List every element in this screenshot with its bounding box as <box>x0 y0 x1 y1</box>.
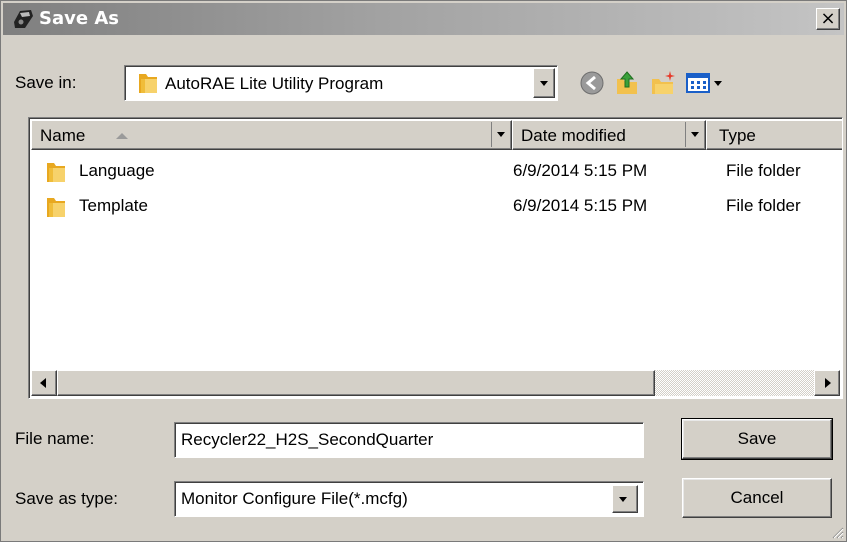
scroll-right-button[interactable] <box>814 370 840 396</box>
column-filter-button[interactable] <box>685 122 704 147</box>
folder-icon <box>47 163 65 182</box>
close-icon: × <box>820 8 836 29</box>
views-menu-icon <box>686 73 710 93</box>
save-in-value: AutoRAE Lite Utility Program <box>165 74 384 93</box>
save-as-type-select[interactable]: Monitor Configure File(*.mcfg) <box>174 481 644 517</box>
file-name: Template <box>79 196 148 215</box>
save-in-dropdown-button[interactable] <box>533 68 555 98</box>
file-name-label: File name: <box>15 429 95 448</box>
views-menu-button[interactable] <box>685 69 725 97</box>
cancel-button[interactable]: Cancel <box>682 478 832 518</box>
column-header-type[interactable]: Type <box>706 120 842 150</box>
column-header-name-label: Name <box>40 126 86 145</box>
list-item[interactable]: Language 6/9/2014 5:15 PM File folder <box>29 158 842 186</box>
new-folder-icon[interactable] <box>649 69 677 97</box>
column-header-date-label: Date modified <box>521 126 626 145</box>
file-date: 6/9/2014 5:15 PM <box>513 196 648 215</box>
file-type: File folder <box>726 196 801 215</box>
column-filter-button[interactable] <box>491 122 510 147</box>
file-list[interactable]: Name Date modified Type Language 6/9/201… <box>28 117 843 399</box>
save-as-dialog: Save As × Save in: AutoRAE Lite Utility … <box>0 0 847 542</box>
save-in-combobox[interactable]: AutoRAE Lite Utility Program <box>124 65 558 101</box>
column-header-date[interactable]: Date modified <box>512 120 706 150</box>
chevron-down-icon <box>714 81 722 86</box>
scroll-left-button[interactable] <box>31 370 57 396</box>
save-as-type-label: Save as type: <box>15 489 119 508</box>
file-date: 6/9/2014 5:15 PM <box>513 161 648 180</box>
save-as-type-value: Monitor Configure File(*.mcfg) <box>181 489 408 508</box>
window-title: Save As <box>39 8 119 29</box>
title-bar[interactable]: Save As × <box>3 3 844 35</box>
list-item[interactable]: Template 6/9/2014 5:15 PM File folder <box>29 193 842 221</box>
sort-ascending-icon <box>116 133 128 139</box>
file-name-value: Recycler22_H2S_SecondQuarter <box>181 430 434 449</box>
close-button[interactable]: × <box>816 8 840 30</box>
file-name-input[interactable]: Recycler22_H2S_SecondQuarter <box>174 422 644 458</box>
folder-icon <box>47 198 65 217</box>
save-button[interactable]: Save <box>681 418 833 460</box>
horizontal-scrollbar[interactable] <box>31 370 840 396</box>
column-header-name[interactable]: Name <box>31 120 512 150</box>
folder-icon <box>139 74 157 93</box>
column-header-type-label: Type <box>719 126 756 145</box>
up-folder-icon[interactable] <box>613 69 641 97</box>
save-as-type-dropdown-button[interactable] <box>612 485 638 513</box>
resize-grip-icon[interactable] <box>830 525 844 539</box>
back-icon[interactable] <box>578 69 606 97</box>
scrollbar-track[interactable] <box>655 370 814 396</box>
scrollbar-thumb[interactable] <box>57 370 655 396</box>
save-in-label: Save in: <box>15 73 77 92</box>
save-disk-icon <box>14 10 33 28</box>
file-name: Language <box>79 161 155 180</box>
file-type: File folder <box>726 161 801 180</box>
